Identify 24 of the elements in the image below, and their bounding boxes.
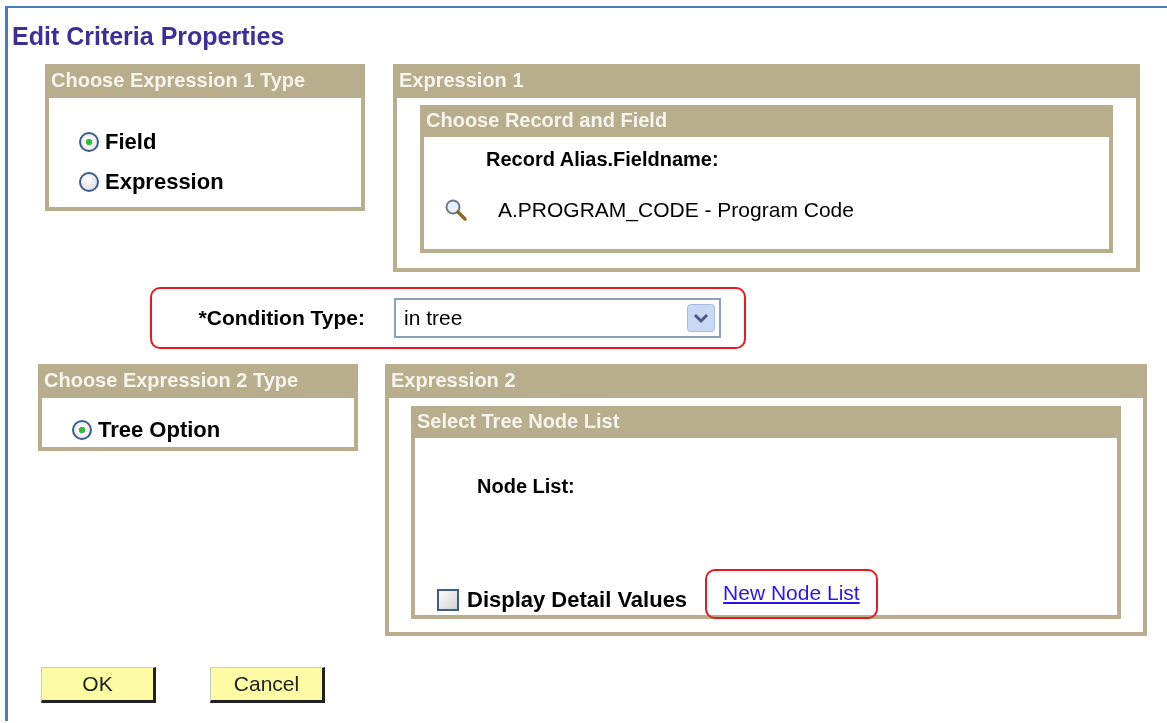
radio-button[interactable] bbox=[72, 420, 92, 440]
dialog-button[interactable]: OK bbox=[41, 667, 156, 703]
group-header: Choose Record and Field bbox=[424, 105, 1109, 137]
field-value: A.PROGRAM_CODE - Program Code bbox=[498, 198, 854, 222]
dialog-button[interactable]: Cancel bbox=[210, 667, 325, 703]
group-header: Expression 2 bbox=[389, 364, 1143, 398]
field-label: *Condition Type: bbox=[197, 306, 365, 330]
checkbox-label: Display Detail Values bbox=[467, 587, 688, 613]
group-header: Choose Expression 1 Type bbox=[49, 64, 361, 98]
field-label: Node List: bbox=[476, 474, 576, 499]
checkbox[interactable] bbox=[437, 589, 459, 611]
search-icon[interactable] bbox=[444, 198, 468, 222]
new-node-list-link[interactable]: New Node List bbox=[723, 581, 860, 604]
group-header: Expression 1 bbox=[397, 64, 1136, 98]
radio-button[interactable] bbox=[79, 132, 99, 152]
page-title: Edit Criteria Properties bbox=[11, 21, 286, 50]
radio-label: Tree Option bbox=[98, 417, 221, 443]
condition-dropdown[interactable]: in tree bbox=[394, 298, 721, 338]
radio-label: Expression bbox=[105, 169, 224, 195]
group-header: Choose Expression 2 Type bbox=[42, 364, 354, 398]
group-header: Select Tree Node List bbox=[415, 406, 1117, 438]
radio-button[interactable] bbox=[79, 172, 99, 192]
field-label: Record Alias.Fieldname: bbox=[485, 147, 720, 172]
radio-label: Field bbox=[105, 129, 157, 155]
